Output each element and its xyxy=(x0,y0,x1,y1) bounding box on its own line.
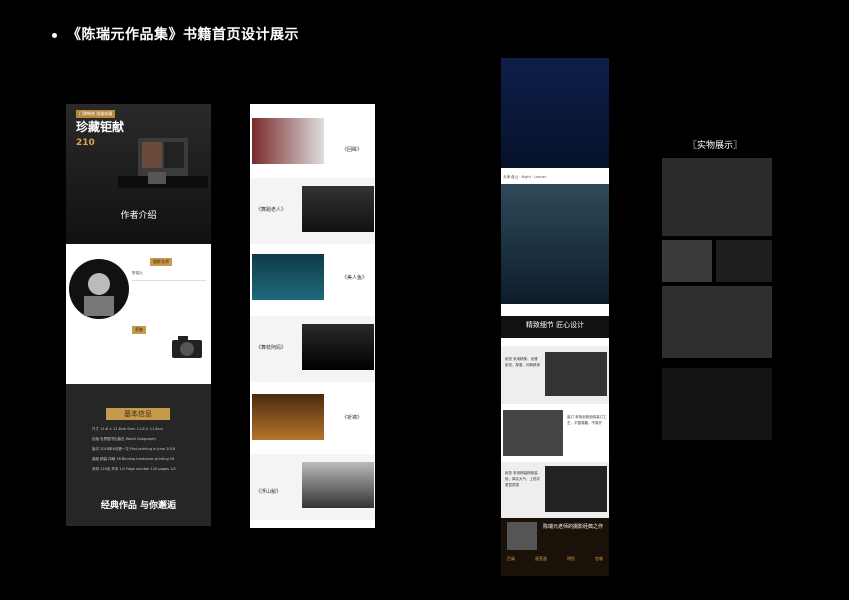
work-image-6 xyxy=(302,462,374,508)
work-label-5: 《祈祷》 xyxy=(342,415,363,421)
detail-text-2: 装订 采用全新锁线装订工艺，平整易翻，不易开 xyxy=(567,415,607,425)
detail-image-2 xyxy=(503,410,563,456)
author-avatar xyxy=(69,259,129,319)
info-line-1: 尺寸 11.8 × 11.8cm Size: 11.8 × 11.8cm xyxy=(92,427,163,431)
page-title: 《陈瑞元作品集》书籍首页设计展示 xyxy=(52,24,299,44)
promo-panel: 陈瑞元老师的摄影经典之作 xyxy=(501,518,609,576)
detail-text-3: 纸张 采用精装精致装帧，厚实大气，上档次更显质感 xyxy=(505,471,540,487)
camera-icon xyxy=(172,336,202,358)
work-panel-4: 《舞枝阿妈》 xyxy=(250,316,375,382)
detail-image-1 xyxy=(545,352,607,396)
section-author-title: 作者介绍 xyxy=(120,211,157,221)
work-image-4 xyxy=(302,324,374,370)
work-label-2: 《舞蹈老人》 xyxy=(256,207,287,213)
nav-item-3[interactable]: 明信 xyxy=(567,556,575,562)
physical-display xyxy=(662,158,772,440)
detail-text-1: 纸张 采用精美、优雅纸张，厚重，印刷精良 xyxy=(505,357,540,367)
promo-text: 陈瑞元老师的摄影经典之作 xyxy=(543,524,604,530)
book-page-intro: 门票畅销 限量收藏 珍藏钜献 210 作者介绍 摄影名师 陈瑞元 荣誉 基本信息… xyxy=(66,104,211,526)
detail-banner: 精致细节 匠心设计 xyxy=(501,316,609,338)
night-photo-2 xyxy=(501,184,609,304)
info-line-4: 装帧 精装 印刷 16 Binding hardcover printing 1… xyxy=(92,457,175,461)
work-label-6: 《浮山秘》 xyxy=(256,489,282,495)
physical-display-label: 〖实物展示〗 xyxy=(688,141,743,151)
price: 210 xyxy=(76,138,95,148)
work-image-2 xyxy=(302,186,374,232)
work-image-5 xyxy=(252,394,324,440)
physical-photo-2 xyxy=(662,240,712,282)
info-title: 基本信息 xyxy=(106,408,170,420)
bullet-icon xyxy=(52,32,57,38)
info-line-2: 出版 世界图书出版社 World Geography xyxy=(92,437,157,441)
detail-panel-3: 纸张 采用精装精致装帧，厚实大气，上档次更显质感 xyxy=(501,462,609,518)
work-panel-5: 《祈祷》 xyxy=(250,386,375,452)
physical-photo-3 xyxy=(716,240,772,282)
author-tag: 摄影名师 xyxy=(150,258,172,266)
tagline: 经典作品 与你邂逅 xyxy=(100,501,177,511)
physical-photo-4 xyxy=(662,286,772,358)
work-image-3 xyxy=(252,254,324,300)
work-panel-6: 《浮山秘》 xyxy=(250,454,375,520)
author-name: 陈瑞元 xyxy=(132,271,143,275)
info-line-3: 版次 2018年6月第一次 First printing in June 201… xyxy=(92,447,176,451)
info-line-5: 页码 120页 开本 1/2 Page number 120 pages 1/2 xyxy=(92,467,176,471)
work-label-4: 《舞枝阿妈》 xyxy=(256,345,287,351)
page-title-text: 《陈瑞元作品集》书籍首页设计展示 xyxy=(67,27,299,43)
book-page-works: 《回眸》 《舞蹈老人》 《美人鱼》 《舞枝阿妈》 《祈祷》 《浮山秘》 xyxy=(250,104,375,528)
work-label-3: 《美人鱼》 xyxy=(342,275,368,281)
promo-book-image xyxy=(507,522,537,550)
honor-tag: 荣誉 xyxy=(132,326,146,334)
hero-section: 门票畅销 限量收藏 珍藏钜献 210 作者介绍 xyxy=(66,104,211,244)
book-photo-icon xyxy=(118,138,208,188)
nav-item-2[interactable]: 画签画 xyxy=(535,556,547,562)
work-panel-3: 《美人鱼》 xyxy=(250,246,375,312)
physical-photo-1 xyxy=(662,158,772,236)
work-label-1: 《回眸》 xyxy=(342,147,363,153)
physical-photo-5 xyxy=(662,368,772,440)
nav-item-1[interactable]: 目录 xyxy=(507,556,515,562)
work-panel-1: 《回眸》 xyxy=(250,110,375,176)
bottom-nav: 目录 画签画 明信 包装 xyxy=(507,556,603,562)
hero-headline: 珍藏钜献 xyxy=(76,120,125,134)
detail-panel-1: 纸张 采用精美、优雅纸张，厚重，印刷精良 xyxy=(501,346,609,404)
night-photo-1 xyxy=(501,58,609,168)
author-section: 摄影名师 陈瑞元 荣誉 xyxy=(66,244,211,384)
detail-image-3 xyxy=(545,466,607,512)
work-image-1 xyxy=(252,118,324,164)
book-page-details: 天津·盘山 · Night · Leader 精致细节 匠心设计 纸张 采用精美… xyxy=(501,58,609,576)
nav-item-4[interactable]: 包装 xyxy=(595,556,603,562)
caption-small: 天津·盘山 · Night · Leader xyxy=(503,175,547,179)
hero-badge: 门票畅销 限量收藏 xyxy=(76,110,116,118)
detail-panel-2: 装订 采用全新锁线装订工艺，平整易翻，不易开 xyxy=(501,406,609,462)
work-panel-2: 《舞蹈老人》 xyxy=(250,178,375,244)
author-bio-lines xyxy=(132,280,206,311)
